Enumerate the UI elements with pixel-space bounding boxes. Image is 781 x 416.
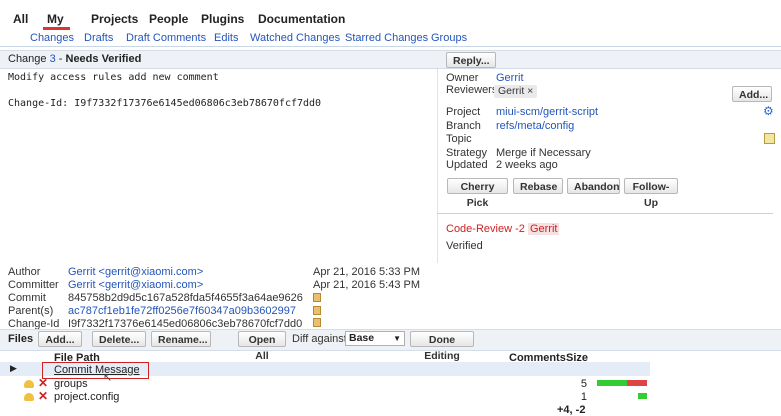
diff-against-select[interactable]: Base ▼: [345, 331, 405, 346]
author-label: Author: [8, 266, 41, 278]
nav-documentation[interactable]: Documentation: [258, 12, 345, 26]
subnav-draft-comments[interactable]: Draft Comments: [126, 32, 206, 44]
subnav-groups[interactable]: Groups: [431, 32, 467, 44]
owner-label: Owner: [446, 72, 479, 84]
code-review-row: Code-Review -2 Gerrit: [446, 223, 560, 235]
code-review-voter[interactable]: Gerrit: [527, 223, 560, 235]
nav-divider: [0, 46, 781, 47]
diff-against-value: Base: [349, 332, 375, 344]
delete-file-button[interactable]: Delete...: [92, 331, 146, 347]
project-config-added-bar: [638, 393, 647, 399]
files-label: Files: [8, 333, 34, 345]
commit-label: Commit: [8, 292, 46, 304]
commit-sha: 845758b2d9d5c167a528fda5f4655f3a64ae9626: [68, 292, 303, 304]
rename-file-button[interactable]: Rename...: [151, 331, 211, 347]
open-all-button[interactable]: Open All: [238, 331, 286, 362]
add-reviewer-button[interactable]: Add...: [732, 86, 772, 102]
strategy-value: Merge if Necessary: [496, 147, 591, 159]
delete-file-icon[interactable]: ✕: [38, 390, 48, 402]
project-label: Project: [446, 106, 481, 118]
nav-plugins[interactable]: Plugins: [201, 12, 244, 26]
delete-file-icon[interactable]: ✕: [38, 377, 48, 389]
rebase-button[interactable]: Rebase: [513, 178, 563, 194]
nav-all[interactable]: All: [13, 12, 28, 26]
change-prefix: Change: [8, 53, 50, 65]
author-date: Apr 21, 2016 5:33 PM: [313, 266, 421, 278]
reviewed-icon[interactable]: [24, 393, 34, 401]
nav-people[interactable]: People: [149, 12, 188, 26]
commit-subject: Modify access rules add new comment: [8, 72, 219, 83]
edit-topic-icon[interactable]: [764, 133, 775, 144]
abandon-button[interactable]: Abandon: [567, 178, 620, 194]
cherry-pick-button[interactable]: Cherry Pick: [447, 178, 508, 209]
code-review-score: -2: [515, 223, 525, 235]
current-row-pointer-icon: ▶: [10, 363, 17, 373]
size-total: +4, -2: [557, 404, 586, 416]
project-config-count: 1: [580, 391, 587, 403]
verified-label: Verified: [446, 240, 483, 252]
updated-value: 2 weeks ago: [496, 159, 558, 171]
reply-button[interactable]: Reply...: [446, 52, 496, 68]
committer-date: Apr 21, 2016 5:43 PM: [313, 279, 421, 291]
committer-link[interactable]: Gerrit <gerrit@xiaomi.com>: [68, 279, 203, 291]
groups-removed-bar: [627, 380, 647, 386]
commit-message: Modify access rules add new comment Chan…: [8, 71, 321, 110]
topic-label: Topic: [446, 133, 472, 145]
gear-icon[interactable]: ⚙: [763, 104, 774, 118]
change-title: Change 3 - Needs Verified: [8, 53, 141, 65]
copy-commit-icon[interactable]: [313, 293, 321, 302]
author-link[interactable]: Gerrit <gerrit@xiaomi.com>: [68, 266, 203, 278]
reviewer-chip[interactable]: Gerrit ×: [494, 85, 538, 98]
change-status: Needs Verified: [65, 53, 142, 65]
diff-against-label: Diff against:: [292, 333, 350, 345]
reviewers-label: Reviewers: [446, 84, 498, 96]
parents-label: Parent(s): [8, 305, 54, 317]
owner-link[interactable]: Gerrit: [496, 72, 524, 84]
project-config-file-link[interactable]: project.config: [54, 391, 119, 403]
labels-divider: [437, 213, 773, 214]
panel-divider: [437, 67, 438, 263]
committer-label: Committer: [8, 279, 59, 291]
groups-added-bar: [597, 380, 627, 386]
copy-change-id-icon[interactable]: [313, 318, 321, 327]
updated-label: Updated: [446, 159, 488, 171]
copy-parent-icon[interactable]: [313, 306, 321, 315]
top-navigation: All My Projects People Plugins Documenta…: [0, 12, 781, 46]
subnav-watched-changes[interactable]: Watched Changes: [250, 32, 340, 44]
subnav-drafts[interactable]: Drafts: [84, 32, 113, 44]
change-separator: -: [55, 53, 66, 65]
subnav-edits[interactable]: Edits: [214, 32, 238, 44]
nav-my[interactable]: My: [47, 12, 64, 26]
nav-projects[interactable]: Projects: [91, 12, 138, 26]
branch-label: Branch: [446, 120, 481, 132]
dropdown-arrow-icon: ▼: [393, 334, 401, 343]
subnav-starred-changes[interactable]: Starred Changes: [345, 32, 428, 44]
parent-link[interactable]: ac787cf1eb1fe72ff0256e7f60347a09b3602997: [68, 305, 296, 317]
selection-highlight: [42, 362, 149, 379]
subnav-changes[interactable]: Changes: [30, 32, 74, 44]
project-link[interactable]: miui-scm/gerrit-script: [496, 106, 598, 118]
add-file-button[interactable]: Add...: [38, 331, 82, 347]
follow-up-button[interactable]: Follow-Up: [624, 178, 678, 209]
reviewed-icon[interactable]: [24, 380, 34, 388]
mouse-cursor-icon: ↖: [103, 372, 113, 384]
groups-count: 5: [580, 378, 587, 390]
nav-active-indicator: [43, 27, 70, 30]
code-review-label: Code-Review: [446, 223, 513, 235]
groups-file-link[interactable]: groups: [54, 378, 88, 390]
strategy-label: Strategy: [446, 147, 487, 159]
done-editing-button[interactable]: Done Editing: [410, 331, 474, 362]
branch-link[interactable]: refs/meta/config: [496, 120, 574, 132]
commit-change-id-line: Change-Id: I9f7332f17376e6145ed06806c3eb…: [8, 98, 322, 109]
